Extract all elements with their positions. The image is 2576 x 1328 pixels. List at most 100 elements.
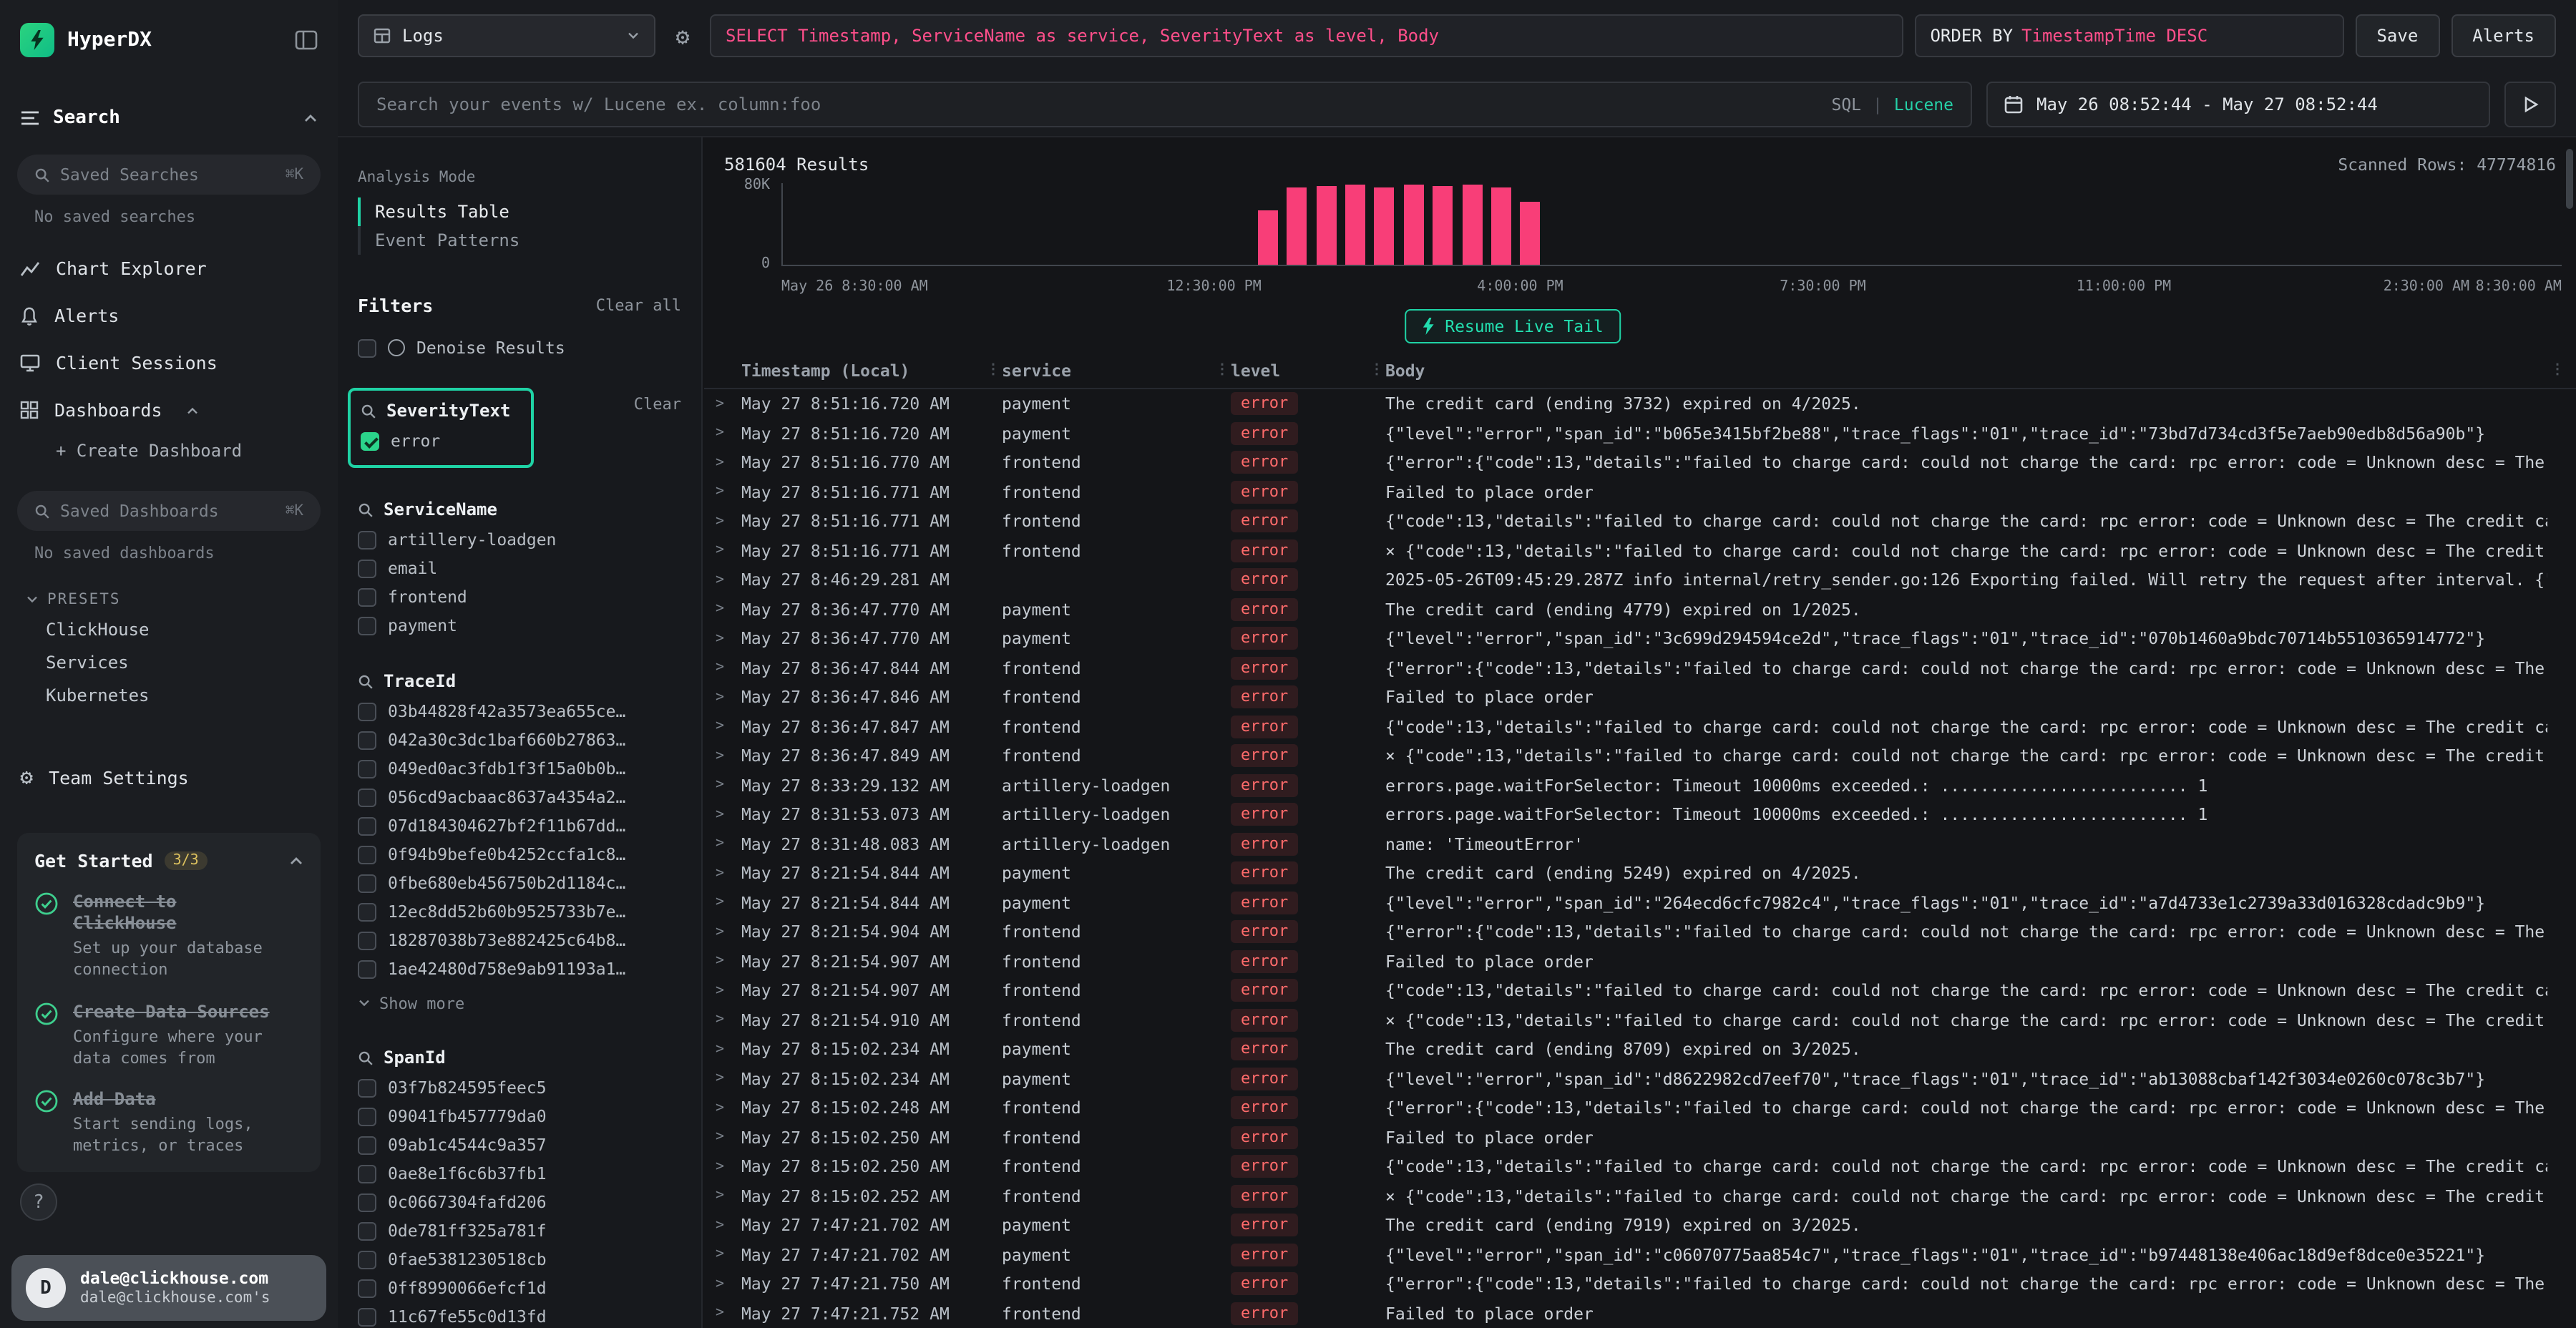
- table-row[interactable]: >May 27 7:47:21.750 AMfrontenderror{"err…: [704, 1269, 2576, 1299]
- table-row[interactable]: >May 27 8:36:47.849 AMfrontenderror× {"c…: [704, 741, 2576, 771]
- clear-all-button[interactable]: Clear all: [596, 296, 681, 315]
- row-expand-icon[interactable]: >: [716, 690, 741, 706]
- row-expand-icon[interactable]: >: [716, 866, 741, 882]
- checkbox[interactable]: [358, 530, 376, 549]
- facet-option[interactable]: 11c67fe55c0d13fd: [358, 1302, 681, 1328]
- user-menu[interactable]: D dale@clickhouse.com dale@clickhouse.co…: [11, 1255, 326, 1321]
- row-expand-icon[interactable]: >: [716, 1042, 741, 1058]
- checkbox[interactable]: [358, 759, 376, 778]
- checkbox[interactable]: [358, 1107, 376, 1126]
- table-row[interactable]: >May 27 8:46:29.281 AMerror2025-05-26T09…: [704, 565, 2576, 595]
- row-expand-icon[interactable]: >: [716, 1012, 741, 1028]
- checkbox[interactable]: [361, 431, 379, 450]
- create-dashboard-button[interactable]: + Create Dashboard: [0, 434, 338, 471]
- row-expand-icon[interactable]: >: [716, 748, 741, 764]
- get-started-step[interactable]: Add Data Start sending logs, metrics, or…: [34, 1090, 303, 1158]
- sql-mode-toggle[interactable]: SQL: [1831, 94, 1861, 114]
- facet-option[interactable]: 0de781ff325a781f: [358, 1216, 681, 1245]
- table-row[interactable]: >May 27 8:21:54.907 AMfrontenderror{"cod…: [704, 976, 2576, 1005]
- table-row[interactable]: >May 27 7:47:21.752 AMfrontenderrorFaile…: [704, 1299, 2576, 1328]
- histogram-bar[interactable]: [1433, 186, 1453, 265]
- sidebar-item-alerts[interactable]: Alerts: [0, 292, 338, 339]
- row-expand-icon[interactable]: >: [716, 396, 741, 412]
- order-by-input[interactable]: ORDER BY TimestampTime DESC: [1914, 14, 2343, 57]
- row-expand-icon[interactable]: >: [716, 836, 741, 852]
- facet-option[interactable]: 0fbe680eb456750b2d1184c…: [358, 869, 681, 897]
- table-row[interactable]: >May 27 8:15:02.234 AMpaymenterror{"leve…: [704, 1064, 2576, 1093]
- saved-searches-input[interactable]: Saved Searches ⌘K: [17, 155, 321, 195]
- table-row[interactable]: >May 27 8:31:48.083 AMartillery-loadgene…: [704, 829, 2576, 859]
- facet-option[interactable]: email: [358, 554, 681, 582]
- histogram-bar[interactable]: [1521, 202, 1541, 265]
- facet-option[interactable]: 12ec8dd52b60b9525733b7e…: [358, 897, 681, 926]
- row-expand-icon[interactable]: >: [716, 983, 741, 999]
- row-expand-icon[interactable]: >: [716, 484, 741, 500]
- facet-option[interactable]: 049ed0ac3fdb1f3f15a0b0b…: [358, 754, 681, 783]
- row-expand-icon[interactable]: >: [716, 954, 741, 970]
- table-row[interactable]: >May 27 8:15:02.250 AMfrontenderrorFaile…: [704, 1123, 2576, 1152]
- table-row[interactable]: >May 27 7:47:21.702 AMpaymenterror{"leve…: [704, 1240, 2576, 1269]
- table-row[interactable]: >May 27 8:51:16.720 AMpaymenterrorThe cr…: [704, 389, 2576, 419]
- histogram-bar[interactable]: [1491, 187, 1511, 265]
- denoise-toggle[interactable]: Denoise Results: [358, 333, 681, 362]
- facet-option[interactable]: 042a30c3dc1baf660b27863…: [358, 726, 681, 754]
- histogram-bar[interactable]: [1375, 187, 1395, 265]
- facet-option[interactable]: 0fae5381230518cb: [358, 1245, 681, 1274]
- col-service[interactable]: service: [1002, 360, 1214, 380]
- sql-select-input[interactable]: SELECT Timestamp, ServiceName as service…: [710, 14, 1903, 57]
- row-expand-icon[interactable]: >: [716, 543, 741, 559]
- column-separator[interactable]: ⋮: [1368, 362, 1385, 378]
- histogram-bar[interactable]: [1404, 185, 1424, 265]
- checkbox[interactable]: [358, 1078, 376, 1097]
- checkbox[interactable]: [358, 731, 376, 749]
- table-row[interactable]: >May 27 8:21:54.904 AMfrontenderror{"err…: [704, 917, 2576, 947]
- row-expand-icon[interactable]: >: [716, 1188, 741, 1204]
- checkbox[interactable]: [358, 845, 376, 864]
- histogram-bar[interactable]: [1287, 187, 1307, 265]
- sidebar-item-team-settings[interactable]: ⚙ Team Settings: [0, 754, 338, 801]
- alerts-button[interactable]: Alerts: [2451, 14, 2556, 57]
- table-row[interactable]: >May 27 8:51:16.771 AMfrontenderrorFaile…: [704, 477, 2576, 507]
- row-expand-icon[interactable]: >: [716, 1276, 741, 1292]
- checkbox[interactable]: [358, 616, 376, 635]
- histogram-bar[interactable]: [1258, 210, 1278, 265]
- row-expand-icon[interactable]: >: [716, 778, 741, 794]
- table-row[interactable]: >May 27 8:31:53.073 AMartillery-loadgene…: [704, 800, 2576, 829]
- show-more-button[interactable]: Show more: [358, 990, 681, 1016]
- table-row[interactable]: >May 27 8:33:29.132 AMartillery-loadgene…: [704, 771, 2576, 800]
- checkbox[interactable]: [358, 874, 376, 892]
- checkbox[interactable]: [358, 1250, 376, 1269]
- checkbox[interactable]: [358, 1279, 376, 1297]
- sidebar-item-client-sessions[interactable]: Client Sessions: [0, 339, 338, 386]
- sidebar-item-search[interactable]: Search: [0, 100, 338, 135]
- row-expand-icon[interactable]: >: [716, 924, 741, 940]
- get-started-step[interactable]: Create Data Sources Configure where your…: [34, 1001, 303, 1069]
- checkbox[interactable]: [358, 1193, 376, 1211]
- preset-kubernetes[interactable]: Kubernetes: [0, 678, 338, 711]
- presets-section-toggle[interactable]: PRESETS: [0, 587, 338, 612]
- facet-option[interactable]: 1ae42480d758e9ab91193a1…: [358, 954, 681, 983]
- source-select[interactable]: Logs: [358, 14, 655, 57]
- table-row[interactable]: >May 27 8:36:47.770 AMpaymenterror{"leve…: [704, 624, 2576, 653]
- event-search-input[interactable]: Search your events w/ Lucene ex. column:…: [358, 82, 1972, 127]
- row-expand-icon[interactable]: >: [716, 1306, 741, 1322]
- row-expand-icon[interactable]: >: [716, 1247, 741, 1263]
- histogram-bar[interactable]: [1316, 186, 1336, 265]
- histogram-bar[interactable]: [1462, 185, 1482, 265]
- checkbox[interactable]: [358, 1136, 376, 1154]
- table-row[interactable]: >May 27 8:51:16.771 AMfrontenderror{"cod…: [704, 507, 2576, 536]
- checkbox[interactable]: [358, 559, 376, 577]
- facet-option[interactable]: 09041fb457779da0: [358, 1102, 681, 1131]
- facet-option[interactable]: error: [361, 426, 510, 455]
- sidebar-item-dashboards[interactable]: Dashboards: [0, 386, 338, 434]
- facet-option[interactable]: 03f7b824595feec5: [358, 1073, 681, 1102]
- column-separator[interactable]: ⋮: [985, 362, 1002, 378]
- get-started-step[interactable]: Connect to ClickHouse Set up your databa…: [34, 892, 303, 981]
- checkbox[interactable]: [358, 702, 376, 721]
- sidebar-collapse-icon[interactable]: [295, 30, 318, 50]
- row-expand-icon[interactable]: >: [716, 1130, 741, 1146]
- checkbox[interactable]: [358, 1164, 376, 1183]
- col-level[interactable]: level: [1231, 360, 1368, 380]
- facet-option[interactable]: artillery-loadgen: [358, 525, 681, 554]
- facet-option[interactable]: 03b44828f42a3573ea655ce…: [358, 697, 681, 726]
